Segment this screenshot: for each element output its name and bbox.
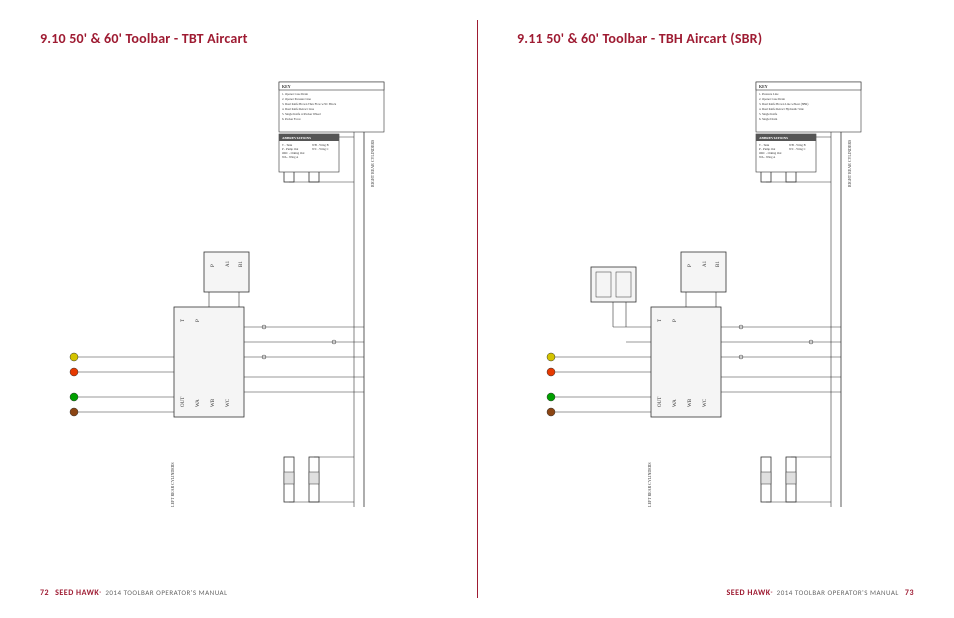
svg-text:RIGHT REAR CYLINDERS: RIGHT REAR CYLINDERS xyxy=(370,140,375,187)
svg-text:KEY: KEY xyxy=(759,84,768,89)
svg-text:OUT: OUT xyxy=(181,397,186,407)
svg-text:WB: WB xyxy=(688,398,693,407)
brand-right: SEED HAWK xyxy=(726,588,770,598)
svg-text:5. Single Knife: 5. Single Knife xyxy=(759,112,778,116)
page-number-left: 72 xyxy=(40,588,49,598)
svg-text:WC - Wing C: WC - Wing C xyxy=(789,147,806,151)
svg-text:6. Single Drain: 6. Single Drain xyxy=(759,117,778,121)
svg-text:2. Opener Case Drain: 2. Opener Case Drain xyxy=(759,97,785,101)
svg-text:RIGHT REAR CYLINDERS: RIGHT REAR CYLINDERS xyxy=(847,140,852,187)
diagram-right: T P OUT WA WB WC P A1 B1 xyxy=(517,67,914,588)
svg-text:3. Dual Knife Brown Thru Flow: 3. Dual Knife Brown Thru Flow w/SC Block xyxy=(282,102,337,106)
page-left: 9.10 50' & 60' Toolbar - TBT Aircart T P… xyxy=(0,0,477,618)
svg-text:WA - Wing A: WA - Wing A xyxy=(282,155,299,159)
svg-text:B1: B1 xyxy=(716,261,721,267)
svg-text:OUT: OUT xyxy=(658,397,663,407)
svg-text:WA: WA xyxy=(673,399,678,407)
svg-text:2. Opener Pressure Line: 2. Opener Pressure Line xyxy=(282,97,312,101)
page-number-right: 73 xyxy=(905,588,914,598)
footer-text-left: 2014 TOOLBAR OPERATOR'S MANUAL xyxy=(105,588,227,597)
brand-reg-left: ® xyxy=(99,591,102,597)
svg-text:WC: WC xyxy=(226,398,231,407)
hydraulic-schematic-icon: T P OUT WA WB WC P A1 B1 xyxy=(531,67,901,537)
svg-text:P: P xyxy=(196,319,201,322)
svg-text:WC: WC xyxy=(703,398,708,407)
svg-text:WA - Wing A: WA - Wing A xyxy=(759,155,776,159)
hydraulic-schematic-icon: T P OUT WA WB WC P A1 B1 xyxy=(54,67,424,537)
svg-text:5. Single Knife w/Packer Wheel: 5. Single Knife w/Packer Wheel xyxy=(282,112,321,116)
svg-text:4. Dual Knife Retract Hydrauli: 4. Dual Knife Retract Hydraulic Side xyxy=(759,107,804,111)
diagram-left: T P OUT WA WB WC P A1 B1 xyxy=(40,67,437,588)
svg-text:4. Dual Knife Retract Line: 4. Dual Knife Retract Line xyxy=(282,107,315,111)
heading-left: 9.10 50' & 60' Toolbar - TBT Aircart xyxy=(40,30,437,47)
page-right: 9.11 50' & 60' Toolbar - TBH Aircart (SB… xyxy=(477,0,954,618)
svg-text:WB: WB xyxy=(211,398,216,407)
svg-text:1. Opener Case Drain: 1. Opener Case Drain xyxy=(282,92,308,96)
svg-text:P: P xyxy=(211,264,216,267)
svg-text:P: P xyxy=(673,319,678,322)
footer-left: 72 SEED HAWK ® 2014 TOOLBAR OPERATOR'S M… xyxy=(40,588,437,598)
svg-text:3. Dual Knife Brown Line w/Rea: 3. Dual Knife Brown Line w/Rear (SBR) xyxy=(759,102,808,106)
svg-text:B1: B1 xyxy=(239,261,244,267)
svg-text:T: T xyxy=(181,319,186,322)
heading-right: 9.11 50' & 60' Toolbar - TBH Aircart (SB… xyxy=(517,30,914,47)
svg-text:6. Packer Force: 6. Packer Force xyxy=(282,117,301,121)
svg-text:LEFT REAR CYLINDERS: LEFT REAR CYLINDERS xyxy=(170,462,175,507)
svg-text:A1: A1 xyxy=(226,260,231,267)
svg-text:ABBREVIATIONS: ABBREVIATIONS xyxy=(282,136,311,140)
footer-right: SEED HAWK ® 2014 TOOLBAR OPERATOR'S MANU… xyxy=(517,588,914,598)
svg-text:WA: WA xyxy=(196,399,201,407)
brand-left: SEED HAWK xyxy=(55,588,99,598)
svg-text:P: P xyxy=(688,264,693,267)
brand-reg-right: ® xyxy=(771,591,774,597)
svg-text:ABBREVIATIONS: ABBREVIATIONS xyxy=(759,136,788,140)
footer-text-right: 2014 TOOLBAR OPERATOR'S MANUAL xyxy=(777,588,899,597)
svg-text:KEY: KEY xyxy=(282,84,291,89)
svg-text:T: T xyxy=(658,319,663,322)
svg-text:A1: A1 xyxy=(703,260,708,267)
svg-text:LEFT REAR CYLINDERS: LEFT REAR CYLINDERS xyxy=(647,462,652,507)
svg-text:WC - Wing C: WC - Wing C xyxy=(312,147,329,151)
svg-text:1. Pressure Line: 1. Pressure Line xyxy=(759,92,779,96)
